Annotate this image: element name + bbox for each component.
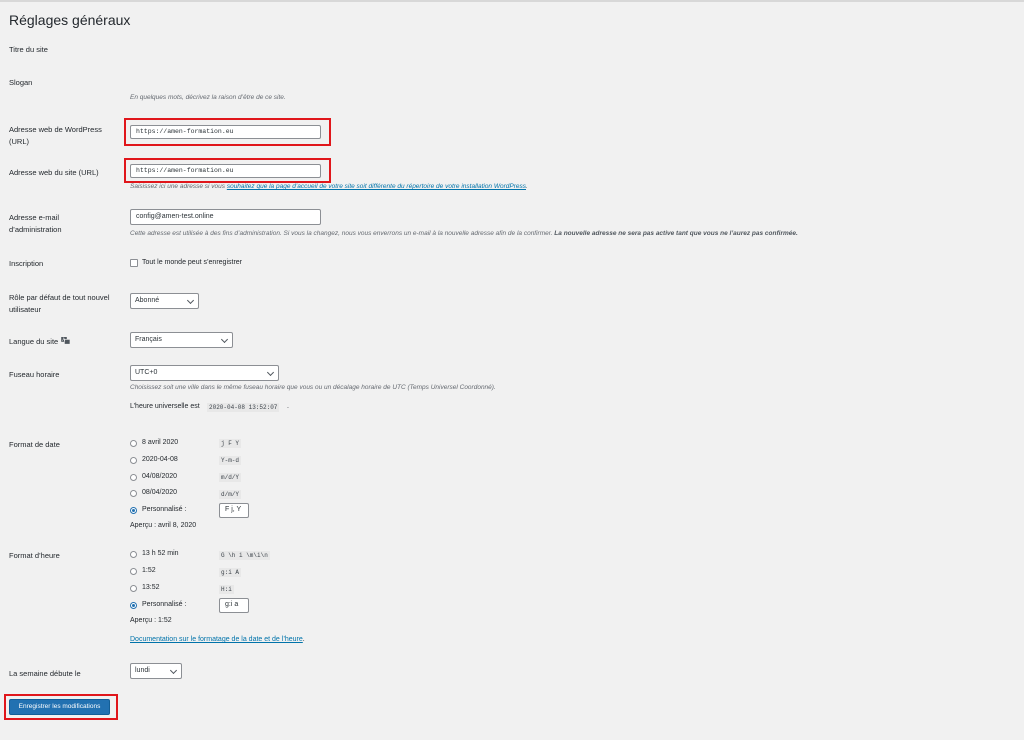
- time-format-preview: Aperçu : 1:52: [130, 617, 172, 624]
- default-role-select[interactable]: Abonné: [130, 293, 199, 309]
- translate-icon: A: [61, 337, 71, 345]
- time-format-radio[interactable]: [130, 551, 137, 558]
- site-url-desc-link[interactable]: souhaitez que la page d’accueil de votre…: [227, 183, 526, 190]
- date-format-option-code: m/d/Y: [219, 473, 242, 482]
- site-language-value: Français: [135, 336, 162, 343]
- site-language-select[interactable]: Français: [130, 332, 233, 348]
- time-format-doc-suffix: .: [302, 636, 305, 643]
- date-format-option-code: j F Y: [219, 439, 242, 448]
- date-format-option-label: 08/04/2020: [142, 489, 178, 496]
- tagline-label: Slogan: [9, 78, 33, 87]
- chevron-down-icon: [220, 335, 229, 344]
- chevron-down-icon: [186, 296, 195, 305]
- utc-suffix: .: [287, 403, 289, 410]
- membership-checkbox[interactable]: [130, 259, 138, 267]
- date-time-doc-link[interactable]: Documentation sur le formatage de la dat…: [130, 636, 303, 643]
- time-format-option-label: 13 h 52 min: [142, 550, 179, 557]
- site-url-description: Saisissez ici une adresse si vous souhai…: [130, 183, 528, 190]
- site-url-label: Adresse web du site (URL): [9, 168, 99, 177]
- time-format-radio[interactable]: [130, 585, 137, 592]
- site-url-desc-after: .: [526, 183, 528, 190]
- svg-text:A: A: [63, 337, 66, 342]
- date-format-radio[interactable]: [130, 490, 137, 497]
- admin-email-description: Cette adresse est utilisée à des fins d’…: [130, 230, 798, 237]
- time-format-option-code: H:i: [219, 585, 234, 594]
- site-language-label: Langue du site: [9, 337, 59, 346]
- date-format-option-label: 8 avril 2020: [142, 439, 179, 446]
- timezone-value: UTC+0: [135, 369, 158, 376]
- utc-time: 2020-04-08 13:52:07: [207, 403, 280, 412]
- date-format-option-label: 2020-04-08: [142, 456, 178, 463]
- chevron-down-icon: [169, 666, 178, 675]
- start-of-week-select[interactable]: lundi: [130, 663, 182, 679]
- date-format-option-label: 04/08/2020: [142, 473, 178, 480]
- admin-email-input[interactable]: config@amen-test.online: [130, 209, 321, 225]
- timezone-select[interactable]: UTC+0: [130, 365, 279, 381]
- time-format-custom-input[interactable]: g:i a: [219, 598, 249, 613]
- site-language-label-wrap: Langue du site A: [9, 336, 71, 348]
- start-of-week-label: La semaine débute le: [9, 669, 81, 678]
- time-format-custom-label: Personnalisé :: [142, 601, 187, 608]
- default-role-value: Abonné: [135, 297, 160, 304]
- admin-email-desc-bold: La nouvelle adresse ne sera pas active t…: [554, 230, 798, 237]
- wp-url-input[interactable]: https://amen-formation.eu: [130, 125, 321, 139]
- admin-email-label: Adresse e-mail d’administration: [9, 213, 62, 234]
- membership-label: Inscription: [9, 259, 44, 268]
- date-format-radio[interactable]: [130, 440, 137, 447]
- admin-email-desc-text: Cette adresse est utilisée à des fins d’…: [130, 230, 555, 237]
- time-format-option-code: g:i A: [219, 568, 242, 577]
- time-format-radio[interactable]: [130, 568, 137, 575]
- date-format-custom-label: Personnalisé :: [142, 506, 187, 513]
- timezone-label: Fuseau horaire: [9, 370, 60, 379]
- top-border: [0, 0, 1024, 2]
- date-format-option-code: d/m/Y: [219, 490, 242, 499]
- date-format-radio[interactable]: [130, 457, 137, 464]
- timezone-description: Choisissez soit une ville dans le même f…: [130, 384, 496, 391]
- date-format-option-code: Y-m-d: [219, 456, 242, 465]
- start-of-week-value: lundi: [135, 667, 150, 674]
- date-format-radio[interactable]: [130, 474, 137, 481]
- utc-prefix: L’heure universelle est: [130, 403, 200, 410]
- time-format-option-code: G \h i \m\i\n: [219, 551, 270, 560]
- time-format-label: Format d’heure: [9, 551, 60, 560]
- page-title: Réglages généraux: [9, 12, 131, 28]
- date-format-label: Format de date: [9, 440, 60, 449]
- save-changes-button[interactable]: Enregistrer les modifications: [9, 699, 110, 715]
- date-format-preview: Aperçu : avril 8, 2020: [130, 522, 197, 529]
- wp-url-label: Adresse web de WordPress (URL): [9, 125, 102, 146]
- time-format-doc: Documentation sur le formatage de la dat…: [130, 636, 305, 643]
- time-format-option-label: 1:52: [142, 567, 156, 574]
- time-format-custom-radio[interactable]: [130, 602, 137, 609]
- tagline-description: En quelques mots, décrivez la raison d’ê…: [130, 94, 286, 101]
- default-role-label: Rôle par défaut de tout nouvel utilisate…: [9, 293, 110, 314]
- date-format-custom-input[interactable]: F j, Y: [219, 503, 249, 518]
- chevron-down-icon: [266, 368, 275, 377]
- site-title-label: Titre du site: [9, 45, 48, 54]
- membership-checkbox-label: Tout le monde peut s’enregistrer: [142, 259, 242, 266]
- site-url-desc-before: Saisissez ici une adresse si vous: [130, 183, 227, 190]
- time-format-option-label: 13:52: [142, 584, 160, 591]
- site-url-input[interactable]: https://amen-formation.eu: [130, 164, 321, 178]
- date-format-custom-radio[interactable]: [130, 507, 137, 514]
